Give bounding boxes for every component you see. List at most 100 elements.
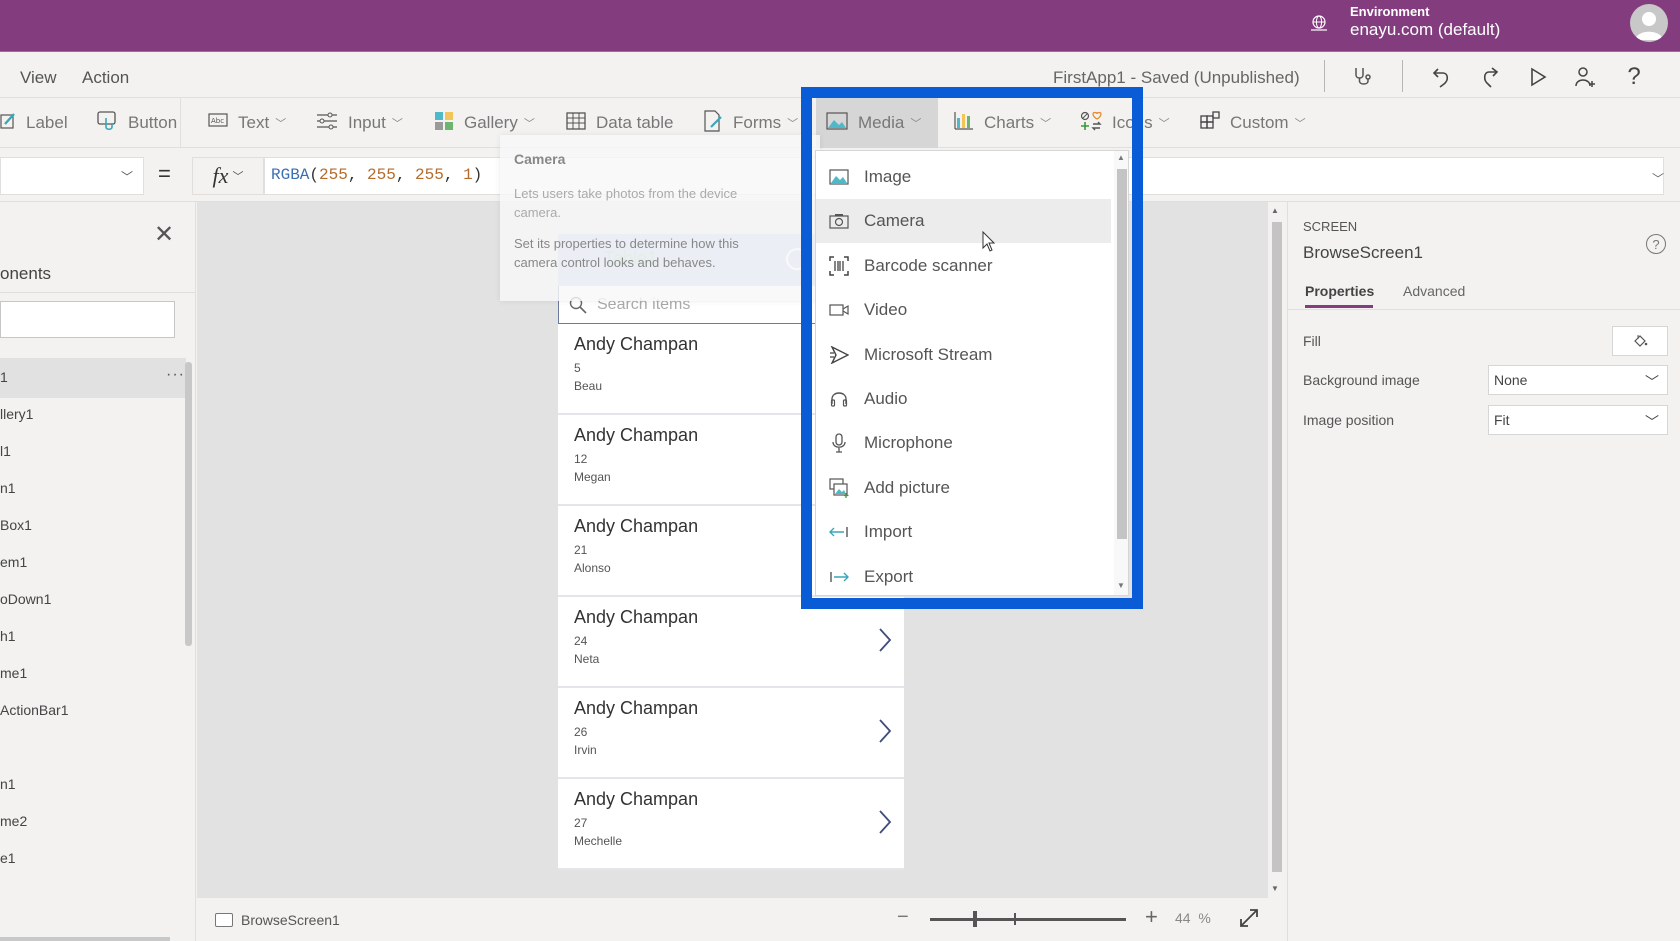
tab-advanced[interactable]: Advanced	[1403, 283, 1465, 299]
media-menu-item-label: Import	[864, 522, 913, 542]
image-icon	[828, 166, 850, 188]
play-icon[interactable]	[1525, 64, 1551, 90]
zoom-unit: %	[1198, 910, 1211, 926]
tree-item[interactable]: n1	[0, 765, 186, 805]
media-menu-scrollbar[interactable]: ▲ ▼	[1114, 151, 1128, 595]
scroll-down-icon[interactable]: ▼	[1117, 581, 1125, 590]
menu-view[interactable]: View	[20, 68, 57, 88]
zoom-out-button[interactable]: −	[897, 906, 909, 929]
media-menu-item-add-picture[interactable]: Add picture	[816, 466, 1111, 510]
avatar[interactable]	[1630, 4, 1668, 42]
ribbon-custom-text: Custom	[1230, 113, 1289, 132]
fit-to-window-icon[interactable]	[1237, 906, 1261, 930]
tree-item[interactable]: me2	[0, 802, 186, 842]
zoom-in-button[interactable]: +	[1145, 904, 1158, 930]
tree-item[interactable]: llery1	[0, 395, 186, 435]
insert-input-dropdown[interactable]: Input ﹀	[316, 98, 403, 148]
media-menu-item-audio[interactable]: Audio	[816, 377, 1111, 421]
insert-custom-dropdown[interactable]: Custom ﹀	[1200, 98, 1306, 148]
tree-item[interactable]: 1 ···	[0, 358, 186, 398]
insert-text-dropdown[interactable]: Abc Text ﹀	[208, 98, 286, 148]
expand-formula-icon[interactable]: ﹀	[1652, 170, 1664, 187]
media-menu-item-barcode-scanner[interactable]: Barcode scanner	[816, 244, 1111, 288]
tree-horizontal-scrollbar[interactable]	[0, 937, 170, 941]
text-abc-icon: Abc	[208, 112, 228, 134]
menu-action[interactable]: Action	[82, 68, 129, 88]
redo-icon[interactable]	[1477, 64, 1503, 90]
tree-item[interactable]: n1	[0, 469, 186, 509]
top-header: Environment enayu.com (default)	[0, 0, 1680, 52]
tree-item[interactable]: ActionBar1	[0, 691, 186, 731]
paint-bucket-icon	[1634, 335, 1648, 347]
gallery-item[interactable]: Andy Champan 24 Neta	[558, 597, 904, 688]
chevron-down-icon: ﹀	[1645, 414, 1659, 430]
media-menu-item-video[interactable]: Video	[816, 288, 1111, 332]
help-icon[interactable]: ?	[1621, 63, 1647, 90]
image-position-dropdown[interactable]: Fit ﹀	[1488, 405, 1668, 435]
custom-components-icon	[1200, 110, 1220, 136]
app-save-status: FirstApp1 - Saved (Unpublished)	[1053, 68, 1300, 87]
media-menu-item-image[interactable]: Image	[816, 155, 1111, 199]
gallery-item-body: Beau	[574, 379, 603, 393]
tree-item-label: oDown1	[0, 591, 52, 607]
function-button[interactable]: fx ﹀	[192, 157, 264, 195]
scroll-thumb[interactable]	[1272, 222, 1282, 872]
scroll-thumb[interactable]	[1117, 169, 1127, 539]
close-icon[interactable]: ✕	[154, 220, 174, 249]
app-checker-icon[interactable]	[1350, 64, 1376, 90]
properties-panel: SCREEN BrowseScreen1 ? Properties Advanc…	[1287, 202, 1680, 941]
tree-item[interactable]: oDown1	[0, 580, 186, 620]
media-menu-item-export[interactable]: Export	[816, 555, 1111, 599]
gallery-item[interactable]: Andy Champan 26 Irvin	[558, 688, 904, 779]
media-menu-item-camera[interactable]: Camera	[816, 199, 1111, 244]
control-name: BrowseScreen1	[1303, 243, 1424, 262]
scroll-up-icon[interactable]: ▲	[1271, 206, 1279, 215]
zoom-slider[interactable]	[930, 918, 1126, 921]
chevron-right-icon[interactable]	[878, 627, 892, 653]
insert-label-button[interactable]: Label	[0, 98, 68, 148]
tree-search-input[interactable]	[0, 301, 175, 338]
ribbon-button-text: Button	[128, 113, 178, 132]
chevron-right-icon[interactable]	[878, 718, 892, 744]
tree-item[interactable]: h1	[0, 617, 186, 657]
fill-color-picker[interactable]	[1612, 326, 1668, 356]
gallery-icon	[434, 111, 454, 136]
environment-picker[interactable]: Environment enayu.com (default)	[1308, 4, 1500, 41]
formula-paren: )	[472, 166, 483, 184]
media-menu-item-microphone[interactable]: Microphone	[816, 421, 1111, 465]
environment-value: enayu.com (default)	[1350, 20, 1501, 39]
undo-icon[interactable]	[1429, 64, 1455, 90]
media-menu-item-import[interactable]: Import	[816, 510, 1111, 554]
zoom-slider-thumb[interactable]	[973, 911, 978, 927]
more-options-icon[interactable]: ···	[166, 366, 185, 384]
tree-item[interactable]	[0, 728, 186, 768]
media-menu-item-label: Microsoft Stream	[864, 344, 993, 364]
tree-item[interactable]: e1	[0, 839, 186, 879]
property-dropdown[interactable]: ﹀	[0, 157, 144, 195]
gallery-item-title: Andy Champan	[574, 425, 699, 445]
canvas-vertical-scrollbar[interactable]: ▲ ▼	[1268, 202, 1284, 898]
help-circle-icon[interactable]: ?	[1646, 234, 1666, 254]
insert-button-button[interactable]: Button	[96, 98, 177, 148]
gallery-item-subtitle: 5	[574, 361, 581, 375]
scroll-up-icon[interactable]: ▲	[1117, 153, 1125, 162]
screen-name: BrowseScreen1	[241, 912, 340, 928]
background-image-dropdown[interactable]: None ﹀	[1488, 365, 1668, 395]
media-menu-item-label: Camera	[864, 211, 925, 231]
tree-item-label: ActionBar1	[0, 702, 69, 718]
formula-comma: ,	[395, 166, 416, 184]
screen-selector[interactable]: BrowseScreen1	[215, 912, 340, 928]
tab-components[interactable]: onents	[0, 264, 51, 284]
gallery-item[interactable]: Andy Champan 27 Mechelle	[558, 779, 904, 870]
media-menu-item-microsoft-stream[interactable]: Microsoft Stream	[816, 333, 1111, 377]
tree-item[interactable]: l1	[0, 432, 186, 472]
tab-properties[interactable]: Properties	[1305, 283, 1374, 299]
tree-scrollbar[interactable]	[185, 362, 192, 646]
chevron-right-icon[interactable]	[878, 809, 892, 835]
share-user-icon[interactable]	[1572, 64, 1598, 90]
scroll-down-icon[interactable]: ▼	[1271, 884, 1279, 893]
tree-item[interactable]: em1	[0, 543, 186, 583]
tree-item[interactable]: Box1	[0, 506, 186, 546]
tree-item-label: Box1	[0, 517, 32, 533]
tree-item[interactable]: me1	[0, 654, 186, 694]
